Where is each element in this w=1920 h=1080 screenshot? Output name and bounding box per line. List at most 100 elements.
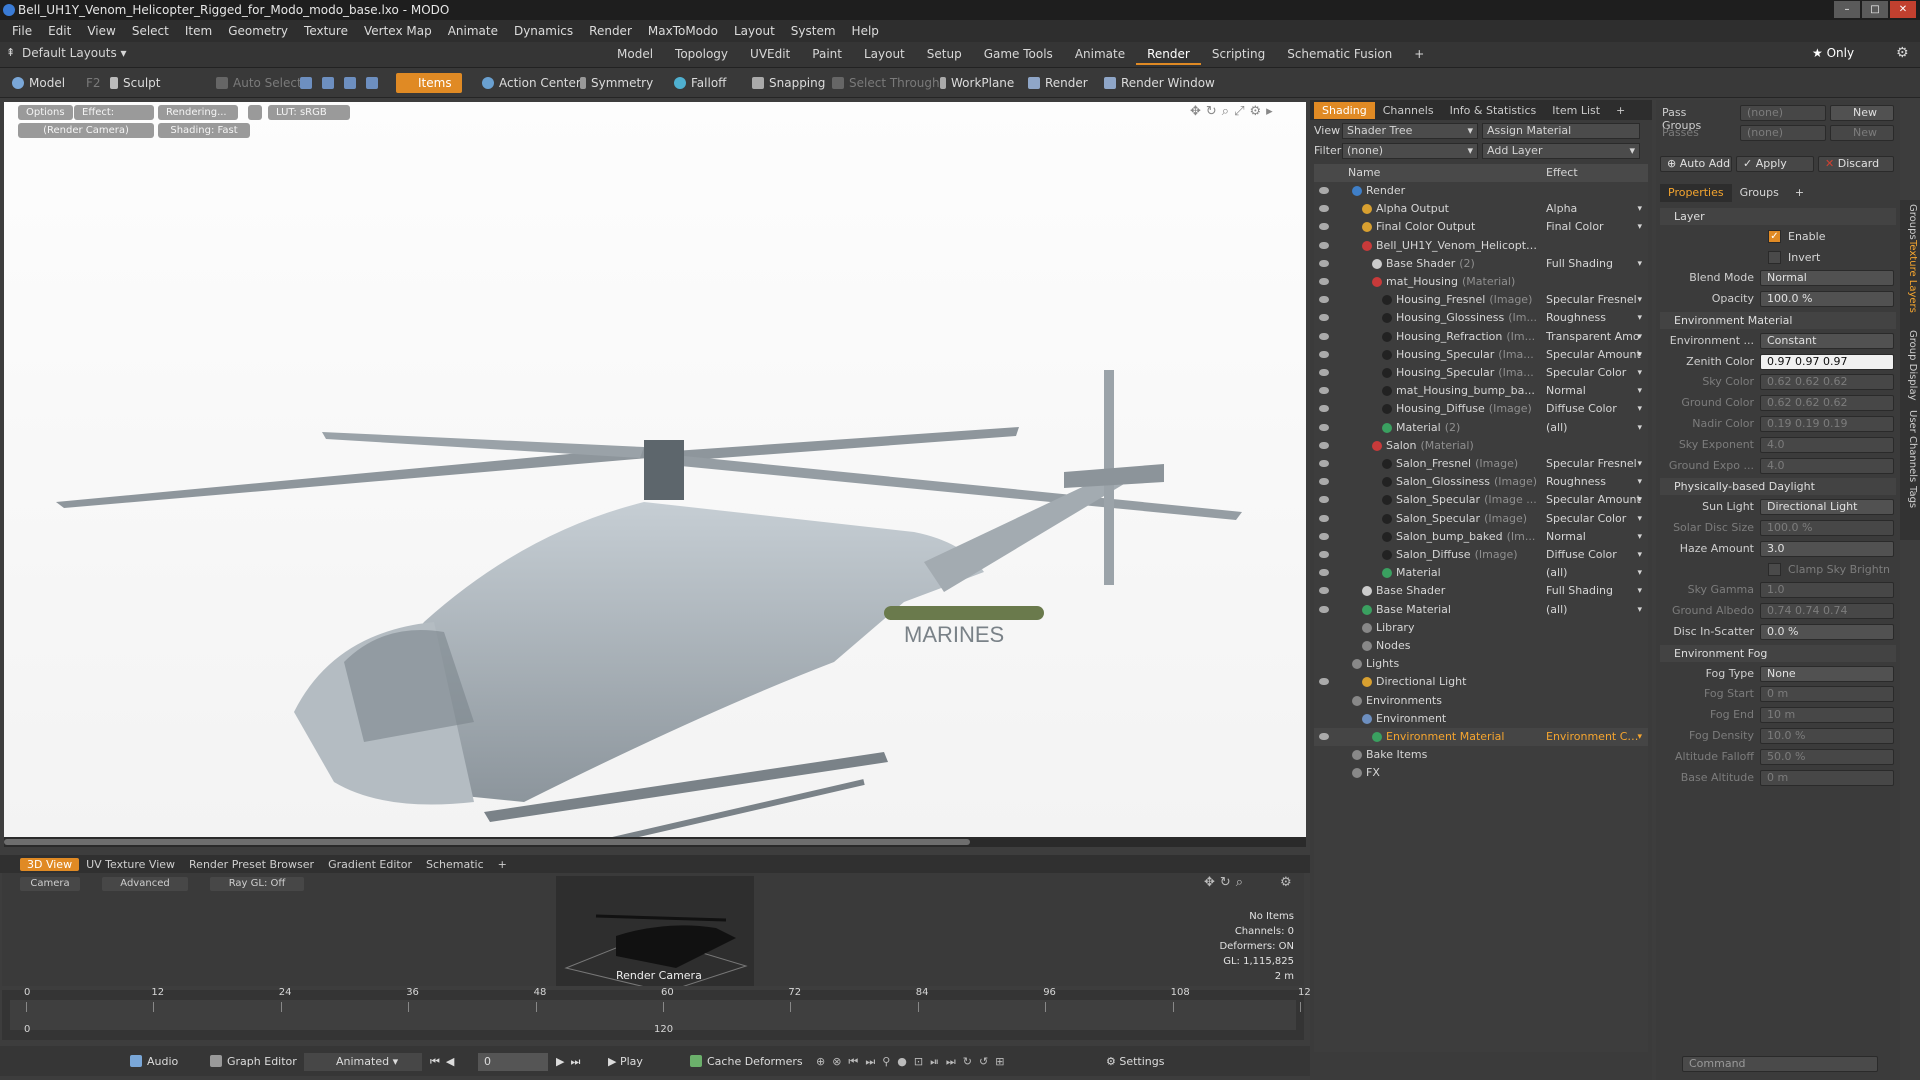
- props-tab-groups[interactable]: Groups: [1732, 184, 1787, 202]
- discard-button[interactable]: ✕ Discard: [1818, 156, 1894, 172]
- albedo-field[interactable]: 0.74 0.74 0.74: [1760, 603, 1894, 620]
- side-tab-user-channels[interactable]: User Channels: [1902, 410, 1918, 482]
- shader-tree-row[interactable]: Salon_Glossiness (Image) Roughness: [1314, 473, 1648, 491]
- bottom-tab-3d-view[interactable]: 3D View: [20, 857, 80, 871]
- shading-tab-shading[interactable]: Shading: [1314, 101, 1375, 119]
- props-tab-add[interactable]: +: [1787, 184, 1812, 202]
- shader-tree-row[interactable]: Bell_UH1Y_Venom_Helicopte ...: [1314, 237, 1648, 255]
- layout-selector[interactable]: Default Layouts ▾: [22, 46, 127, 60]
- camera-menu-button[interactable]: Camera: [20, 877, 80, 891]
- layout-tab-game-tools[interactable]: Game Tools: [973, 45, 1064, 65]
- shader-tree-row[interactable]: Base Shader Full Shading: [1314, 582, 1648, 600]
- bottom-tab-add[interactable]: +: [491, 858, 514, 871]
- shader-tree-row[interactable]: Alpha Output Alpha: [1314, 200, 1648, 218]
- shader-tree-row[interactable]: Salon_Specular (Image) Specular Color: [1314, 510, 1648, 528]
- eye-icon[interactable]: [1319, 350, 1329, 358]
- viewport-scrollbar[interactable]: [4, 837, 1306, 847]
- auto-add-button[interactable]: ⊕ Auto Add: [1660, 156, 1732, 172]
- menu-item[interactable]: Item: [177, 24, 220, 38]
- shader-tree-row[interactable]: Environments: [1314, 692, 1648, 710]
- solar-field[interactable]: 100.0 %: [1760, 520, 1894, 536]
- shader-tree-row[interactable]: Housing_Glossiness (Im... Roughness: [1314, 309, 1648, 327]
- minimize-button[interactable]: –: [1834, 1, 1860, 18]
- layout-tab-setup[interactable]: Setup: [916, 45, 973, 65]
- transport-forward-buttons[interactable]: ▶⏭: [556, 1053, 586, 1071]
- disc-field[interactable]: 0.0 %: [1760, 624, 1894, 640]
- shader-tree-row[interactable]: Bake Items: [1314, 746, 1648, 764]
- eye-icon[interactable]: [1319, 587, 1329, 595]
- layout-tab-animate[interactable]: Animate: [1064, 45, 1136, 65]
- side-tab-tags[interactable]: Tags: [1902, 486, 1918, 508]
- shader-tree-row[interactable]: Lights: [1314, 655, 1648, 673]
- workplane-button[interactable]: WorkPlane: [936, 73, 1014, 93]
- layer-effect-dropdown[interactable]: (all): [1546, 601, 1642, 619]
- bottom-tab-render-preset-browser[interactable]: Render Preset Browser: [182, 858, 321, 871]
- shader-tree[interactable]: RenderAlpha OutputAlphaFinal Color Outpu…: [1314, 182, 1648, 1052]
- bottom-tab-schematic[interactable]: Schematic: [419, 858, 491, 871]
- shader-tree-row[interactable]: Library: [1314, 619, 1648, 637]
- shader-tree-row[interactable]: Base Shader (2) Full Shading: [1314, 255, 1648, 273]
- ground-field[interactable]: 0.62 0.62 0.62: [1760, 395, 1894, 412]
- eye-icon[interactable]: [1319, 551, 1329, 558]
- shader-tree-row[interactable]: Salon_Specular (Image ... Specular Amount: [1314, 491, 1648, 509]
- frame-input[interactable]: 0: [478, 1053, 548, 1071]
- layer-effect-dropdown[interactable]: Specular Fresnel: [1546, 455, 1642, 473]
- edge-mode-button[interactable]: [322, 73, 339, 93]
- haze-field[interactable]: 3.0: [1760, 540, 1894, 557]
- shader-tree-row[interactable]: Material (2) (all): [1314, 419, 1648, 437]
- eye-icon[interactable]: [1319, 514, 1329, 522]
- clamp-checkbox[interactable]: [1768, 562, 1781, 576]
- zenith-field[interactable]: 0.97 0.97 0.97: [1760, 353, 1894, 370]
- falloff-button[interactable]: Falloff: [670, 73, 726, 93]
- cache-deformers-button[interactable]: Cache Deformers: [690, 1053, 803, 1071]
- blend-mode-field[interactable]: Normal: [1760, 270, 1894, 287]
- layer-effect-dropdown[interactable]: Specular Amount: [1546, 491, 1642, 509]
- layout-tab-add[interactable]: +: [1403, 45, 1435, 65]
- shader-tree-row[interactable]: Housing_Refraction (Im... Transparent Amo: [1314, 328, 1648, 346]
- eye-icon[interactable]: [1319, 569, 1329, 577]
- layer-effect-dropdown[interactable]: Normal: [1546, 382, 1642, 400]
- shader-tree-row[interactable]: Directional Light: [1314, 673, 1648, 691]
- vertex-mode-button[interactable]: [300, 73, 317, 93]
- bottom-tab-uv-texture-view[interactable]: UV Texture View: [79, 858, 182, 871]
- layout-tab-schematic-fusion[interactable]: Schematic Fusion: [1276, 45, 1403, 65]
- only-toggle[interactable]: ★ Only: [1812, 46, 1854, 60]
- polygon-mode-button[interactable]: [344, 73, 361, 93]
- shader-tree-row[interactable]: Housing_Fresnel (Image) Specular Fresnel: [1314, 291, 1648, 309]
- transport-back-buttons[interactable]: ⏮◀: [430, 1053, 460, 1071]
- layer-effect-dropdown[interactable]: Roughness: [1546, 309, 1642, 327]
- shader-tree-row[interactable]: Nodes: [1314, 637, 1648, 655]
- layout-pin-icon[interactable]: ⇞: [6, 46, 15, 59]
- mini-settings-icon[interactable]: ⚙: [1280, 875, 1292, 890]
- section-fog[interactable]: Environment Fog: [1660, 644, 1896, 662]
- eye-icon[interactable]: [1319, 678, 1329, 686]
- layout-tab-scripting[interactable]: Scripting: [1201, 45, 1276, 65]
- section-layer[interactable]: Layer: [1660, 208, 1896, 225]
- layout-tab-model[interactable]: Model: [606, 45, 664, 65]
- fog-start-field[interactable]: 0 m: [1760, 686, 1894, 703]
- timeline[interactable]: 0 12 24 36 48 60 72 84 96 108 120 0 120: [2, 987, 1317, 1040]
- nadir-field[interactable]: 0.19 0.19 0.19: [1760, 416, 1894, 432]
- timeline-track[interactable]: [10, 1000, 1296, 1030]
- shading-tab-add[interactable]: +: [1608, 102, 1633, 119]
- shader-tree-row[interactable]: mat_Housing_bump_ba... Normal: [1314, 382, 1648, 400]
- layer-effect-dropdown[interactable]: Alpha: [1546, 200, 1642, 218]
- command-input[interactable]: Command: [1682, 1056, 1878, 1072]
- menu-vertex-map[interactable]: Vertex Map: [356, 24, 440, 38]
- menu-maxtomodo[interactable]: MaxToModo: [640, 24, 726, 38]
- eye-icon[interactable]: [1319, 496, 1329, 504]
- bottom-tab-gradient-editor[interactable]: Gradient Editor: [321, 858, 419, 871]
- shader-tree-row[interactable]: Housing_Specular (Ima... Specular Color: [1314, 364, 1648, 382]
- menu-select[interactable]: Select: [124, 24, 177, 38]
- play-button[interactable]: ▶ Play: [608, 1053, 643, 1071]
- side-tab-groups[interactable]: Groups: [1902, 204, 1918, 240]
- side-tab-group-display[interactable]: Group Display: [1902, 330, 1918, 400]
- shading-tab-item-list[interactable]: Item List: [1544, 102, 1608, 119]
- eye-icon[interactable]: [1319, 605, 1329, 613]
- eye-icon[interactable]: [1319, 241, 1329, 249]
- section-pbd[interactable]: Physically-based Daylight: [1660, 478, 1896, 496]
- render-button[interactable]: Render: [1024, 73, 1088, 93]
- layer-effect-dropdown[interactable]: Specular Amount: [1546, 346, 1642, 364]
- sun-light-field[interactable]: Directional Light: [1760, 499, 1894, 516]
- shader-tree-row[interactable]: Material (all): [1314, 564, 1648, 582]
